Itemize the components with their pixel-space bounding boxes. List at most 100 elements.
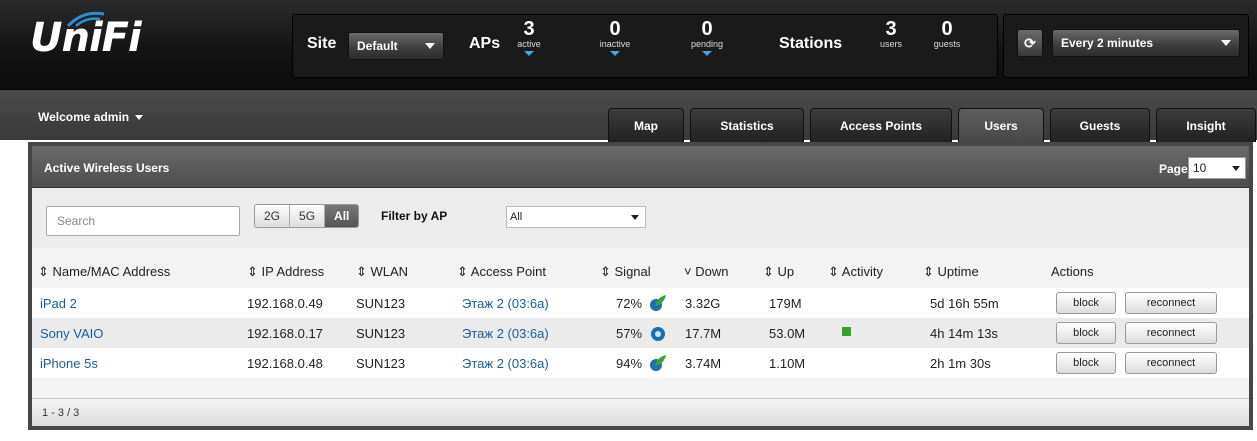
table-row: iPhone 5s 192.168.0.48 SUN123 Этаж 2 (03… [32,348,1249,378]
block-button[interactable]: block [1056,292,1116,314]
reconnect-button[interactable]: reconnect [1125,352,1217,374]
filter-by-ap-value: All [510,211,523,223]
activity-indicator [842,327,851,336]
col-wlan[interactable]: ⇕ WLAN [356,264,408,280]
tab-access-points[interactable]: Access Points [810,108,952,142]
user-name-link[interactable]: Sony VAIO [40,326,103,341]
table-header: ⇕ Name/MAC Address ⇕ IP Address ⇕ WLAN ⇕… [32,258,1249,284]
up-cell: 53.0M [769,326,806,341]
chevron-down-icon [631,215,639,220]
refresh-interval-dropdown[interactable]: Every 2 minutes [1052,29,1240,57]
block-button[interactable]: block [1056,352,1116,374]
reconnect-button[interactable]: reconnect [1125,292,1217,314]
stations-users-label: users [879,39,902,49]
panel-header: Active Wireless Users Page Size 10 [32,146,1249,188]
aps-pending-label: pending [690,39,724,49]
chevron-down-icon [425,43,435,49]
aps-inactive-count: 0 [609,18,621,40]
aps-inactive-stat[interactable]: 0 inactive [595,19,635,56]
site-value: Default [357,39,398,53]
chevron-down-icon [1232,166,1240,171]
col-up[interactable]: ⇕ Up [763,264,794,280]
col-ip[interactable]: ⇕ IP Address [247,264,324,280]
down-cell: 3.74M [685,356,722,371]
block-button[interactable]: block [1056,322,1116,344]
stations-users-count: 3 [885,18,897,40]
aps-label: APs [469,35,501,52]
band-filter: 2G 5G All [254,204,360,228]
globe-signal-icon [651,327,665,341]
uptime-cell: 4h 14m 13s [930,326,998,341]
page-size-select[interactable]: 10 [1188,157,1246,179]
site-dropdown[interactable]: Default [348,32,444,60]
access-point-link[interactable]: Этаж 2 (03:6a) [462,356,549,371]
wlan-cell: SUN123 [356,296,406,311]
filter-by-ap-select[interactable]: All [506,206,646,228]
stations-label: Stations [779,35,843,52]
uptime-cell: 5d 16h 55m [930,296,999,311]
refresh-icon: ⟳ [1024,35,1036,51]
aps-active-stat[interactable]: 3 active [509,19,549,56]
caret-down-icon [524,51,534,56]
aps-active-label: active [517,39,541,49]
col-uptime[interactable]: ⇕ Uptime [923,264,979,280]
caret-down-icon [702,51,712,56]
up-cell: 179M [769,296,802,311]
band-2g-button[interactable]: 2G [255,205,291,227]
filter-by-ap-label: Filter by AP [381,209,448,223]
caret-down-icon [610,51,620,56]
refresh-panel: ⟳ Every 2 minutes [1003,14,1249,78]
tab-guests[interactable]: Guests [1050,108,1150,142]
tab-users[interactable]: Users [958,108,1044,144]
access-point-link[interactable]: Этаж 2 (03:6a) [462,296,549,311]
aps-inactive-label: inactive [599,39,631,49]
signal-cell: 94% [616,356,643,371]
band-5g-button[interactable]: 5G [290,205,326,227]
col-signal[interactable]: ⇕ Signal [600,264,651,280]
unifi-logo: UniFi [30,15,142,61]
welcome-label: Welcome admin [38,110,130,124]
chevron-down-icon [135,115,144,121]
wlan-cell: SUN123 [356,356,406,371]
stats-panel: Site Default APs 3 active 0 inactive 0 p… [292,14,998,78]
refresh-button[interactable]: ⟳ [1017,29,1043,57]
band-all-button[interactable]: All [325,205,359,227]
col-actions: Actions [1051,264,1094,279]
refresh-interval-value: Every 2 minutes [1061,36,1154,50]
tab-insight[interactable]: Insight [1156,108,1256,142]
ip-cell: 192.168.0.49 [247,296,323,311]
search-input[interactable] [46,206,240,236]
col-access-point[interactable]: ⇕ Access Point [457,264,546,280]
user-name-link[interactable]: iPhone 5s [40,356,98,371]
table-footer: 1 - 3 / 3 [32,398,1249,426]
active-users-panel: Active Wireless Users Page Size 10 2G 5G… [28,142,1253,430]
site-label: Site [307,35,337,52]
aps-pending-stat[interactable]: 0 pending [687,19,727,56]
table-row: iPad 2 192.168.0.49 SUN123 Этаж 2 (03:6a… [32,288,1249,318]
leaf-signal-icon [650,295,666,311]
uptime-cell: 2h 1m 30s [930,356,991,371]
reconnect-button[interactable]: reconnect [1125,322,1217,344]
page-size-value: 10 [1193,161,1207,175]
ip-cell: 192.168.0.48 [247,356,323,371]
col-down[interactable]: ˅ Down [684,264,728,279]
signal-cell: 57% [616,326,643,341]
stations-guests-stat[interactable]: 0 guests [927,19,967,49]
col-name[interactable]: ⇕ Name/MAC Address [38,264,170,280]
down-cell: 3.32G [685,296,721,311]
access-point-link[interactable]: Этаж 2 (03:6a) [462,326,549,341]
ip-cell: 192.168.0.17 [247,326,323,341]
table-row: Sony VAIO 192.168.0.17 SUN123 Этаж 2 (03… [32,318,1249,348]
user-name-link[interactable]: iPad 2 [40,296,77,311]
pagination-summary: 1 - 3 / 3 [42,407,80,419]
top-header: UniFi Site Default APs 3 active 0 inacti… [0,0,1257,90]
col-activity[interactable]: ⇕ Activity [828,264,883,280]
aps-active-count: 3 [523,18,535,40]
stations-guests-count: 0 [941,18,953,40]
tab-statistics[interactable]: Statistics [690,108,804,142]
signal-cell: 72% [616,296,643,311]
aps-pending-count: 0 [701,18,713,40]
welcome-menu[interactable]: Welcome admin [38,110,144,124]
stations-users-stat[interactable]: 3 users [871,19,911,49]
tab-map[interactable]: Map [608,108,684,142]
